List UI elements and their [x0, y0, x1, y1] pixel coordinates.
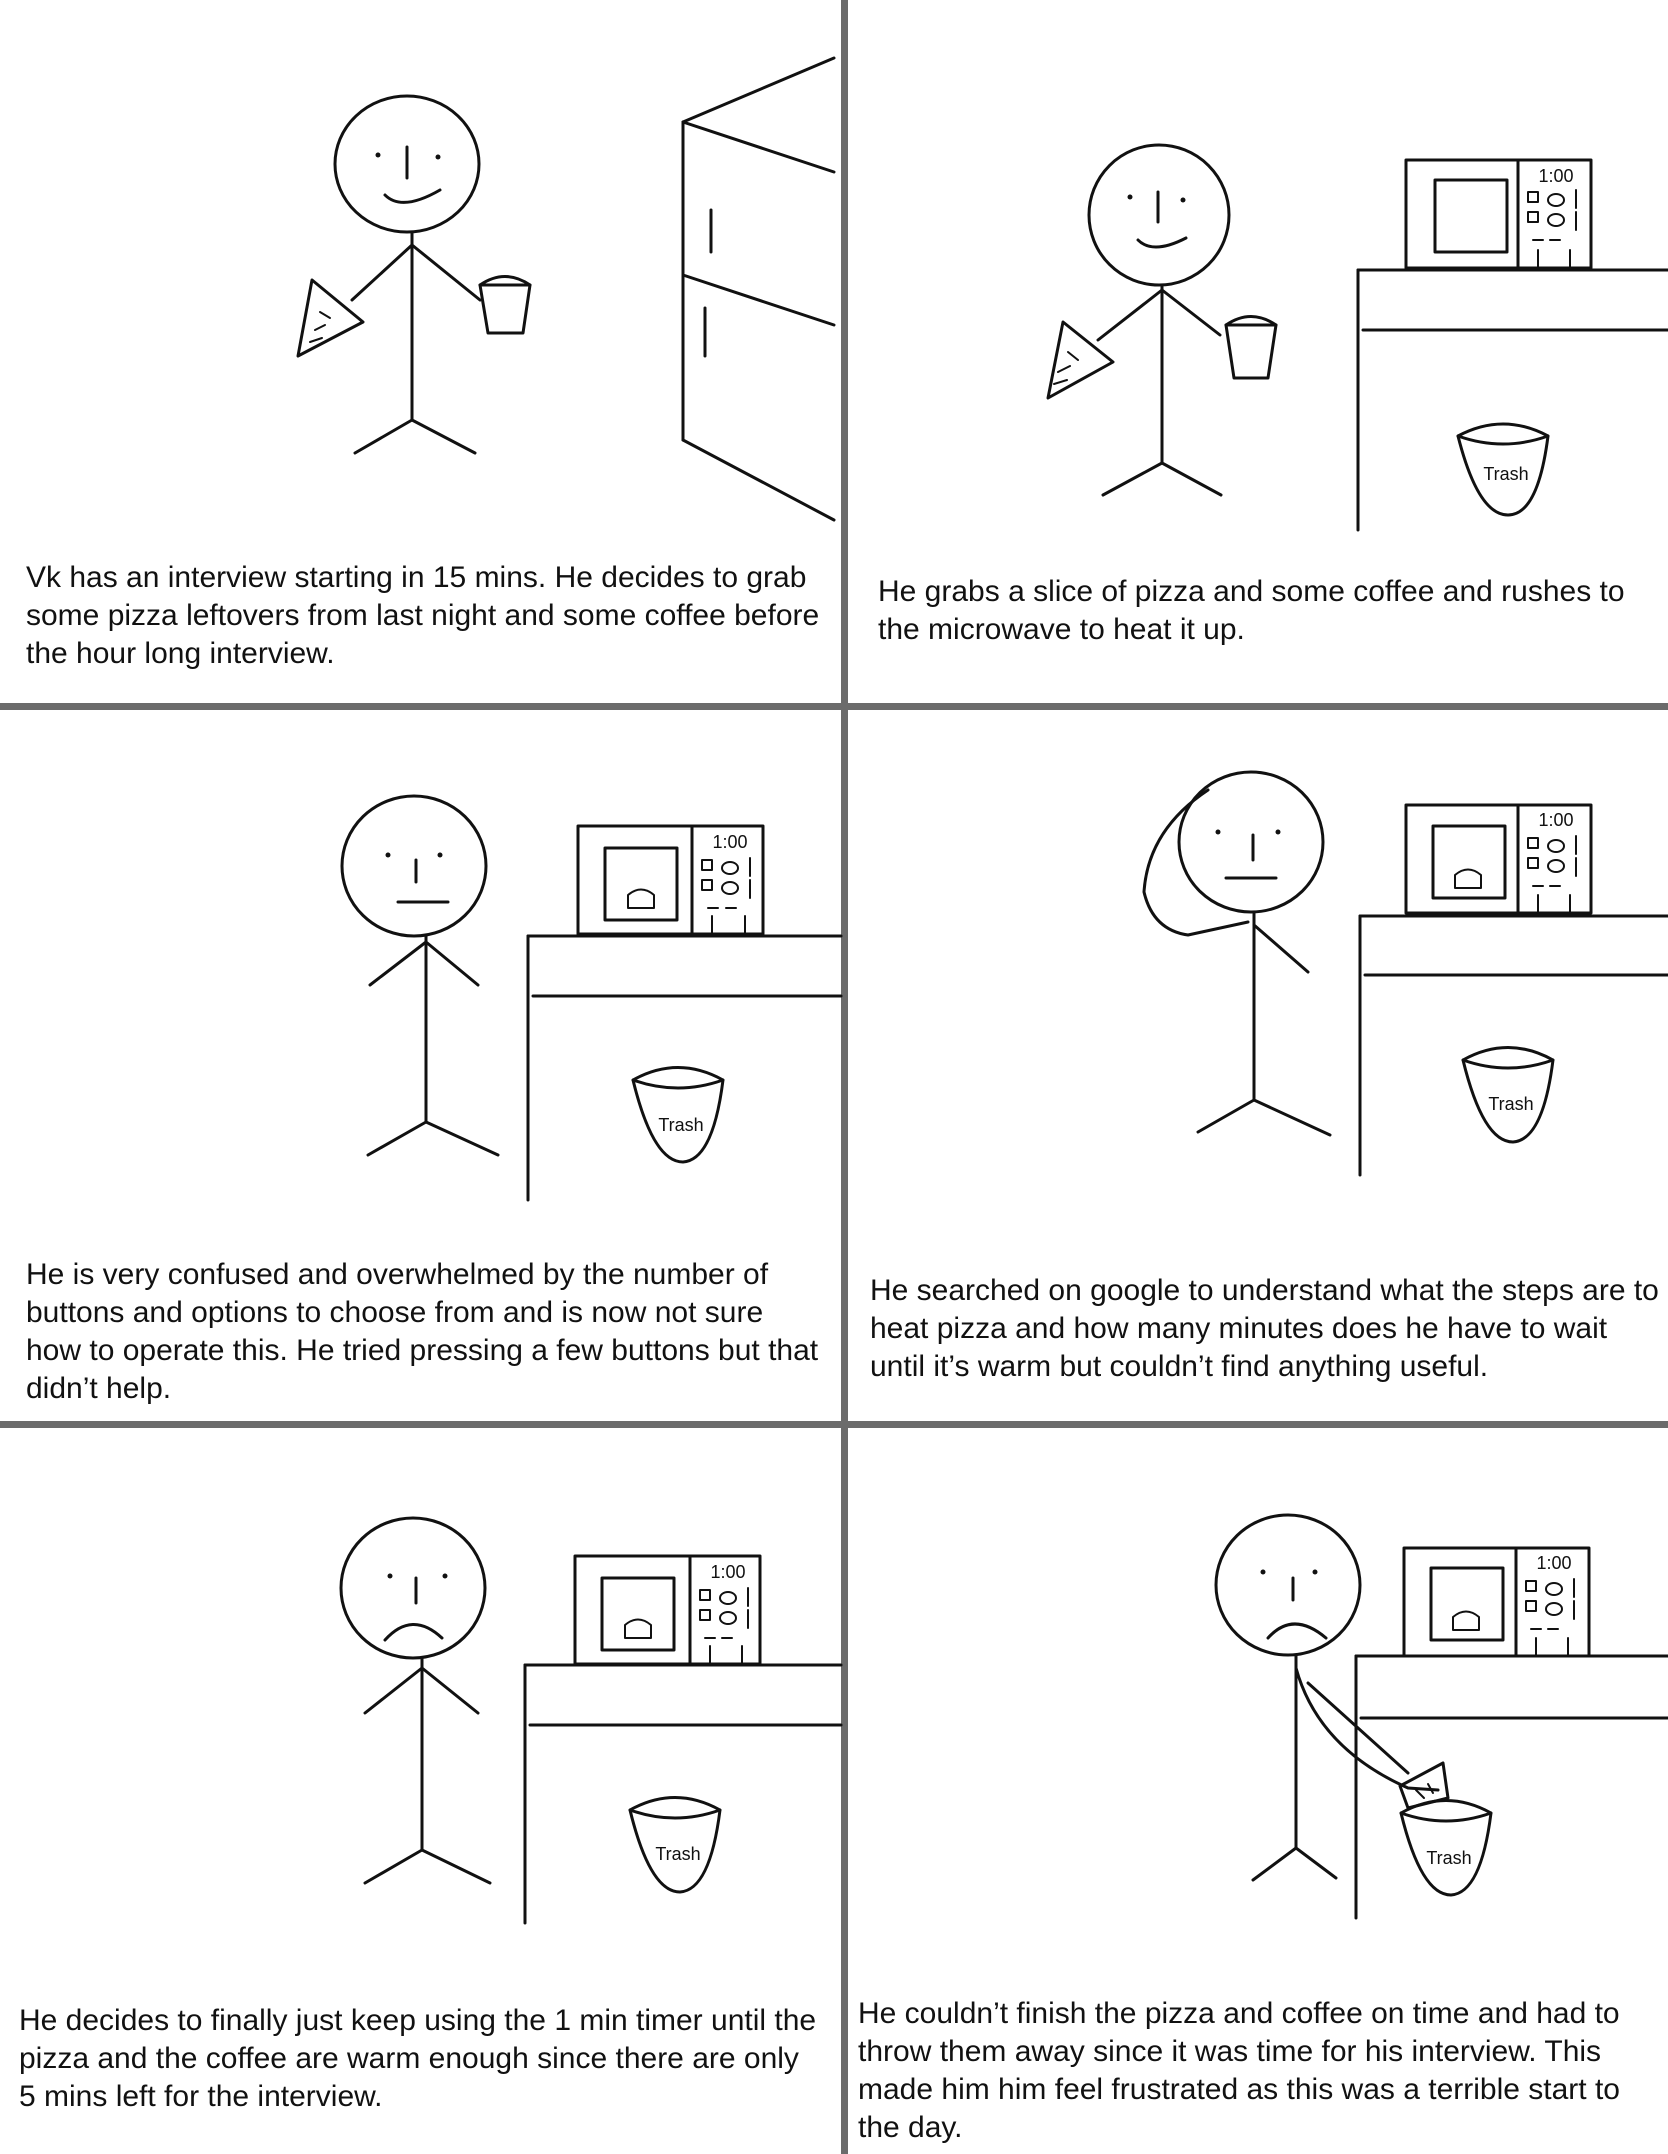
comic-panel-4: 1:00 Trash He searched on google to unde…	[848, 710, 1668, 1421]
comic-panel-5: 1:00 Trash He decides to finally just ke…	[0, 1428, 843, 2154]
microwave: 1:00	[1404, 158, 1593, 270]
trash-label: Trash	[1426, 1848, 1471, 1868]
kitchen-counter	[1358, 914, 1668, 1177]
kitchen-counter	[1356, 268, 1668, 532]
microwave: 1:00	[1402, 1546, 1591, 1658]
vertical-divider	[841, 0, 848, 2154]
microwave-display: 1:00	[1538, 166, 1573, 186]
microwave-display: 1:00	[710, 1562, 745, 1582]
trash-label: Trash	[1488, 1094, 1533, 1114]
kitchen-counter	[523, 1663, 843, 1925]
horizontal-divider-top	[0, 703, 1668, 710]
trash-can: Trash	[631, 1066, 725, 1164]
comic-panel-2: 1:00 Trash He grabs a slice of pizza and…	[848, 0, 1668, 703]
stick-figure-hand-on-head	[1142, 770, 1332, 1137]
stick-figure-smiling	[1087, 143, 1231, 497]
microwave-display: 1:00	[1538, 810, 1573, 830]
panel-3-caption: He is very confused and overwhelmed by t…	[26, 1258, 819, 1405]
stick-figure-frowning	[339, 1516, 492, 1885]
coffee-cup-icon	[478, 275, 532, 335]
pizza-slice-icon	[296, 278, 365, 358]
trash-can: Trash	[1461, 1046, 1555, 1144]
trash-label: Trash	[655, 1844, 700, 1864]
panel-4-caption: He searched on google to understand what…	[870, 1274, 1659, 1383]
pizza-slice-icon	[1046, 320, 1115, 400]
microwave: 1:00	[576, 824, 765, 936]
microwave-display: 1:00	[712, 832, 747, 852]
trash-can: Trash	[1456, 422, 1550, 517]
panel-2-caption: He grabs a slice of pizza and some coffe…	[878, 575, 1625, 646]
microwave: 1:00	[1404, 803, 1593, 915]
panel-5-caption: He decides to finally just keep using th…	[19, 2004, 817, 2113]
coffee-cup-icon	[1224, 315, 1278, 380]
refrigerator	[681, 56, 836, 522]
comic-panel-1: Vk has an interview starting in 15 mins.…	[0, 0, 841, 703]
microwave-display: 1:00	[1536, 1553, 1571, 1573]
panel-1-caption: Vk has an interview starting in 15 mins.…	[26, 561, 820, 670]
trash-label: Trash	[658, 1115, 703, 1135]
trash-label: Trash	[1483, 464, 1528, 484]
horizontal-divider-bottom	[0, 1421, 1668, 1428]
trash-can: Trash	[1399, 1799, 1493, 1897]
stick-figure-smiling	[333, 94, 482, 455]
stick-figure-confused	[340, 794, 500, 1157]
panel-6-caption: He couldn’t finish the pizza and coffee …	[858, 1997, 1620, 2144]
comic-panel-3: 1:00 Trash He is very confused and overw…	[0, 710, 843, 1421]
comic-panel-6: 1:00 Trash He couldn’t finish the pizza …	[848, 1428, 1668, 2154]
trash-can: Trash	[628, 1796, 722, 1894]
microwave: 1:00	[573, 1554, 762, 1666]
